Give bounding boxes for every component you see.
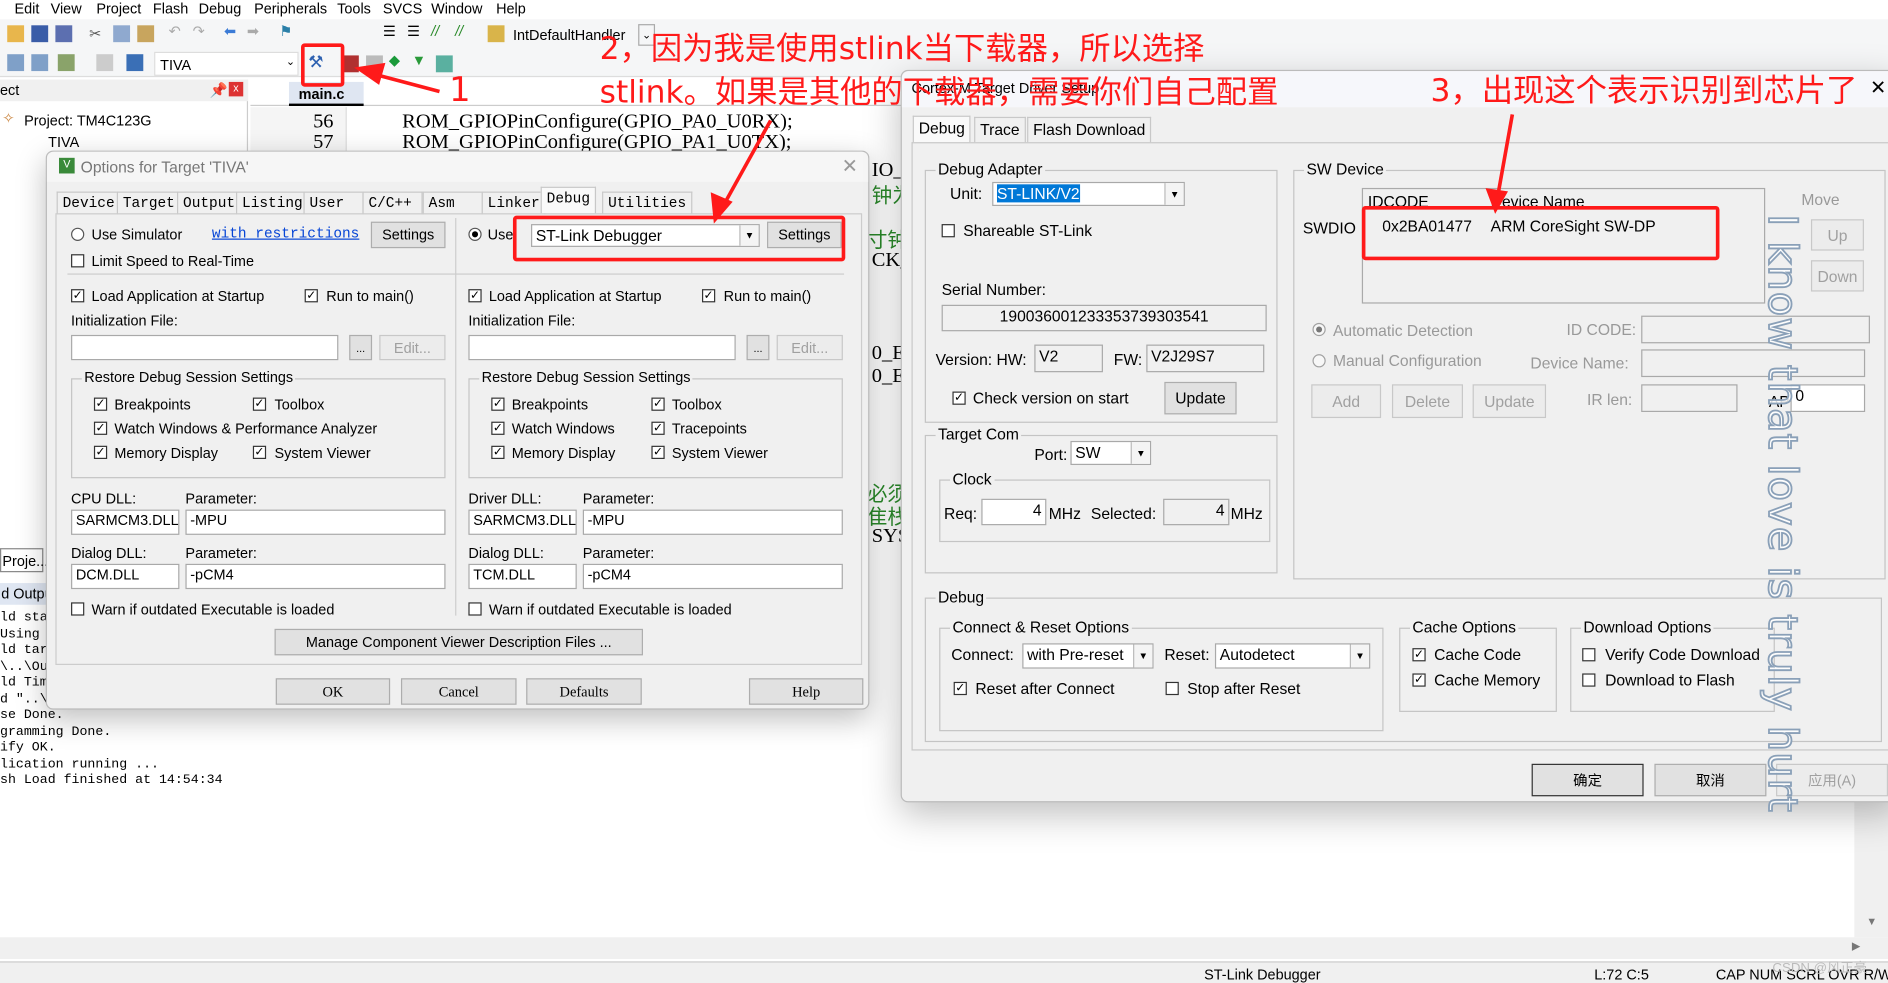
arrow-2	[720, 119, 773, 209]
annotation-arrows	[354, 62, 1515, 224]
arrow-3-head	[1485, 188, 1509, 214]
arrow-3	[1496, 114, 1515, 196]
annotation-step-1: 1	[449, 69, 471, 110]
annotation-step-2-line-1: 2，因为我是使用stlink当下载器，所以选择	[599, 31, 1205, 68]
keil-uvision-window: Edit View Project Flash Debug Peripheral…	[0, 0, 1888, 983]
annotation-step-3: 3，出现这个表示识别到芯片了	[1430, 73, 1858, 110]
annotation-step-2-line-2: stlink。如果是其他的下载器，需要你们自己配置	[599, 74, 1279, 111]
arrow-1-head	[354, 62, 386, 85]
